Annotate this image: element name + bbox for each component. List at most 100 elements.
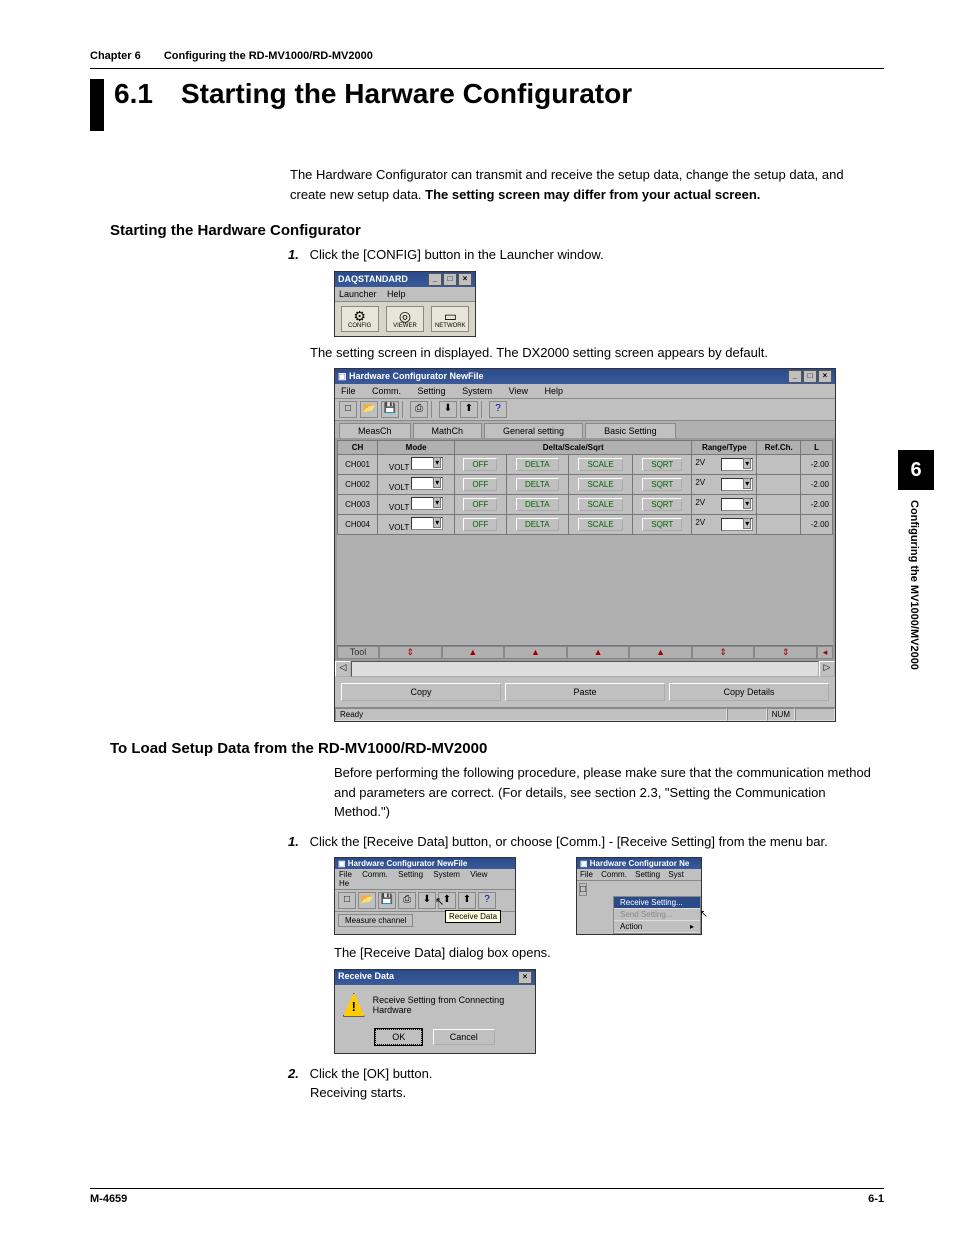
close-icon[interactable]: × [458,273,472,286]
close-icon[interactable]: × [818,370,832,383]
menu-action[interactable]: Action▸ [614,921,700,933]
intro-bold: The setting screen may differ from your … [425,187,760,202]
app-icon: ▣ [338,371,349,381]
side-tab: 6 Configuring the MV1000/MV2000 [898,450,934,680]
tool-icon[interactable]: ▲ [504,646,567,659]
cancel-button[interactable]: Cancel [433,1029,495,1045]
help-icon[interactable]: ? [489,401,507,418]
hw-menu-menubar: File Comm. Setting Syst [577,869,701,881]
tab-basic[interactable]: Basic Setting [585,423,676,438]
step-1-text: Click the [CONFIG] button in the Launche… [310,247,604,262]
network-icon: ▭ [432,309,468,323]
menu-file[interactable]: File [341,386,356,396]
launcher-title: DAQSTANDARD [338,274,408,284]
recv-titlebar: Receive Data × [335,970,535,985]
open-icon[interactable]: 📂 [358,892,376,909]
hw-menubar: File Comm. Setting System View Help [335,384,835,399]
hw-button-row: Copy Paste Copy Details [335,677,835,707]
hw-small-window: ▣ Hardware Configurator NewFile File Com… [334,857,516,935]
menu-setting[interactable]: Setting [418,386,446,396]
config-button[interactable]: ⚙CONFIG [341,306,379,332]
minimize-icon[interactable]: _ [788,370,802,383]
comm-dropdown: Receive Setting... Send Setting...↖ Acti… [613,896,701,934]
grid-space [337,535,833,645]
ok-button[interactable]: OK [375,1029,422,1045]
tool-icon[interactable]: ▲ [629,646,692,659]
print-icon[interactable]: ⎙ [410,401,428,418]
tool-icon[interactable]: ▲ [567,646,630,659]
paste-button[interactable]: Paste [505,683,665,701]
page-footer: M-4659 6-1 [90,1188,884,1205]
hw-scrollbar[interactable]: ◁ ▷ [335,661,835,677]
menu-receive-setting[interactable]: Receive Setting... [614,897,700,909]
tool-icon[interactable]: ⇕ [754,646,817,659]
close-icon[interactable]: × [518,971,532,984]
col-mode: Mode [378,441,455,455]
menu-send-setting[interactable]: Send Setting...↖ [614,909,700,921]
new-icon[interactable]: □ [579,883,587,896]
viewer-button[interactable]: ◎VIEWER [386,306,424,332]
tool-icon[interactable]: ⇕ [379,646,442,659]
recv-msg: Receive Setting from Connecting Hardware [373,995,527,1015]
section-title-row: 6.1Starting the Harware Configurator [90,79,884,131]
dropdown-icon [721,498,753,511]
section-title-text: Starting the Harware Configurator [181,78,632,109]
maximize-icon[interactable]: □ [443,273,457,286]
tool-icon[interactable]: ⇕ [692,646,755,659]
new-icon[interactable]: □ [338,892,356,909]
step-l2-num: 2. [288,1064,306,1084]
hw-titlebar: ▣ Hardware Configurator NewFile _ □ × [335,369,835,384]
menu-view[interactable]: View [509,386,528,396]
col-refch: Ref.Ch. [757,441,801,455]
receive-icon[interactable]: ⬇ [439,401,457,418]
intro-paragraph: The Hardware Configurator can transmit a… [290,165,850,204]
send2-icon[interactable]: ⬆ [458,892,476,909]
copy-details-button[interactable]: Copy Details [669,683,829,701]
hw-toolbar: □ 📂 💾 ⎙ ⬇ ⬆ ? [335,399,835,421]
hw-menu-dropdown: ▣ Hardware Configurator Ne File Comm. Se… [576,857,702,935]
rule [90,68,884,69]
dropdown-icon [411,497,443,510]
hw-small-toolbar: □ 📂 💾 ⎙ ⬇ ⬆ ⬆ ? ↖ Receive Data [335,890,515,912]
receive-icon[interactable]: ⬇ [418,892,436,909]
section-title: 6.1Starting the Harware Configurator [114,79,632,110]
new-icon[interactable]: □ [339,401,357,418]
app-icon: ▣ [580,859,590,868]
launcher-menu-item[interactable]: Help [387,289,406,299]
tool-icon[interactable]: ◂ [817,646,833,659]
scroll-right-icon[interactable]: ▷ [819,661,835,677]
footer-left: M-4659 [90,1193,127,1205]
tab-general[interactable]: General setting [484,423,583,438]
hw-small-menubar: File Comm. Setting System View He [335,869,515,890]
minimize-icon[interactable]: _ [428,273,442,286]
step-1-num: 1. [288,245,306,265]
step-load-2: 2. Click the [OK] button. Receiving star… [310,1064,884,1103]
side-chapter-text: Configuring the MV1000/MV2000 [898,490,930,680]
menu-comm[interactable]: Comm. [372,386,401,396]
scroll-left-icon[interactable]: ◁ [335,661,351,677]
subheading-load: To Load Setup Data from the RD-MV1000/RD… [110,740,884,757]
tab-measure[interactable]: Measure channel [338,914,413,927]
launcher-menu-item[interactable]: Launcher [339,289,377,299]
app-icon: ▣ [338,859,348,868]
chapter-label: Chapter 6 [90,50,141,62]
tab-mathch[interactable]: MathCh [413,423,483,438]
tab-measch[interactable]: MeasCh [339,423,411,438]
tool-icon[interactable]: ▲ [442,646,505,659]
help-icon[interactable]: ? [478,892,496,909]
col-range: Range/Type [692,441,757,455]
table-row: CH004 VOLT OFF DELTA SCALE SQRT 2V -2.00 [338,515,833,535]
launcher-icons: ⚙CONFIG ◎VIEWER ▭NETWORK [335,302,475,336]
network-button[interactable]: ▭NETWORK [431,306,469,332]
copy-button[interactable]: Copy [341,683,501,701]
menu-help[interactable]: Help [545,386,564,396]
send-icon[interactable]: ⬆ [460,401,478,418]
save-icon[interactable]: 💾 [381,401,399,418]
print-icon[interactable]: ⎙ [398,892,416,909]
save-icon[interactable]: 💾 [378,892,396,909]
maximize-icon[interactable]: □ [803,370,817,383]
menu-system[interactable]: System [462,386,492,396]
scroll-track[interactable] [351,661,819,677]
open-icon[interactable]: 📂 [360,401,378,418]
table-row: CH002 VOLT OFF DELTA SCALE SQRT 2V -2.00 [338,475,833,495]
